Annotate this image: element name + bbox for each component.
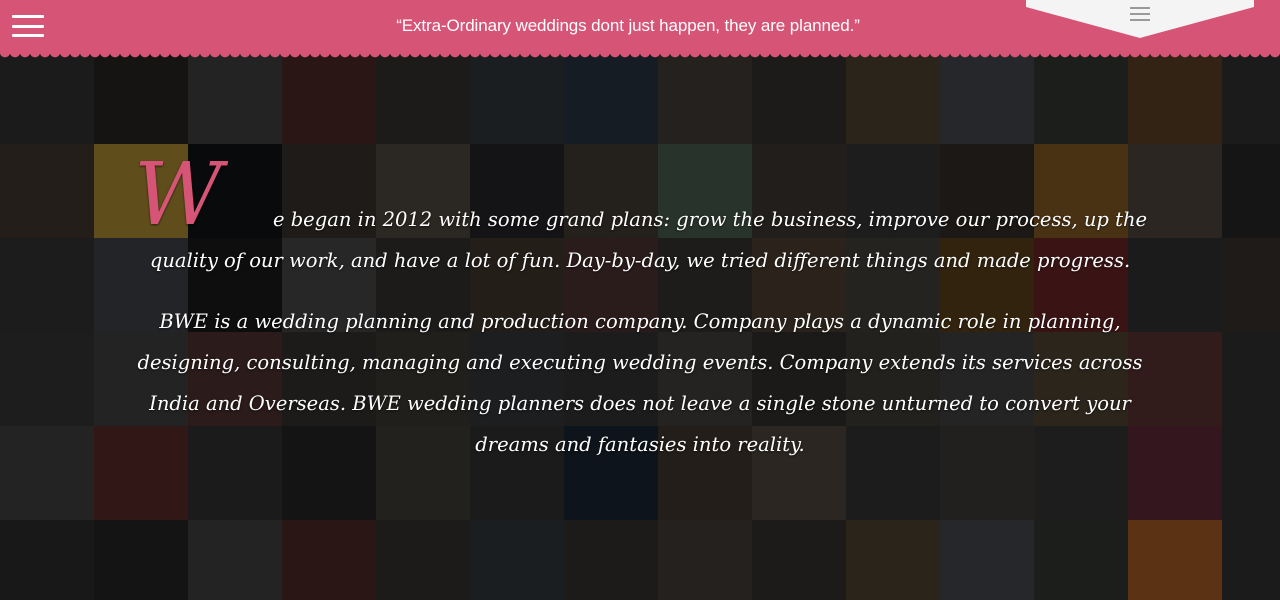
intro-paragraph: W e began in 2012 with some grand plans:…	[120, 152, 1160, 281]
list-icon[interactable]	[1130, 7, 1150, 21]
company-description: BWE is a wedding planning and production…	[137, 310, 1143, 456]
header-scalloped-edge	[0, 52, 1280, 60]
intro-line-1: e began in 2012 with some grand plans: g…	[272, 208, 1148, 231]
dropcap-letter: W	[134, 145, 223, 245]
intro-line-2: quality of our work, and have a lot of f…	[149, 249, 1131, 272]
dropdown-tab[interactable]	[1026, 0, 1254, 38]
about-section: W e began in 2012 with some grand plans:…	[120, 152, 1160, 465]
